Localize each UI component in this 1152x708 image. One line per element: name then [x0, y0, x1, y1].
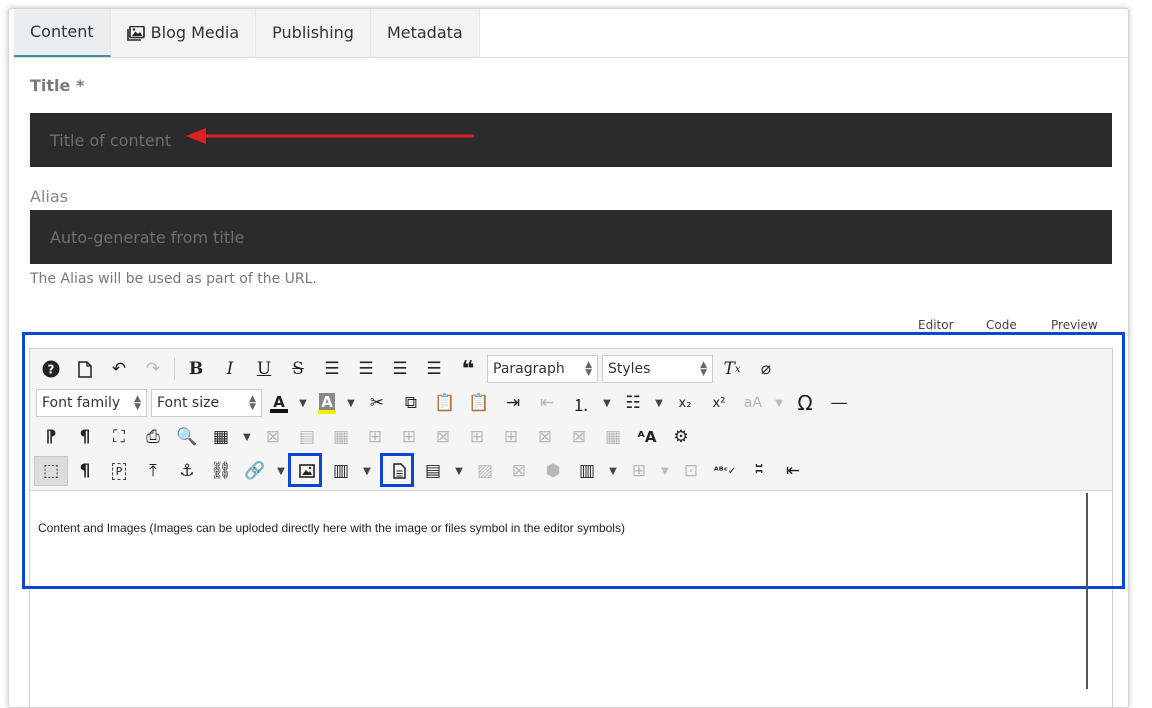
editor-scrollbar-line	[1086, 493, 1088, 689]
tab-metadata[interactable]: Metadata	[370, 9, 480, 57]
tab-content[interactable]: Content	[14, 9, 111, 57]
alias-label: Alias	[30, 187, 68, 206]
tab-divider	[13, 57, 1128, 58]
editor-mode-tab[interactable]: Editor	[918, 318, 954, 332]
content-panel: Content Blog Media Publishing Metadata T…	[8, 8, 1129, 708]
red-arrow-annotation	[186, 128, 474, 144]
code-mode-tab[interactable]: Code	[986, 318, 1017, 332]
tab-publishing[interactable]: Publishing	[256, 9, 371, 57]
alias-input[interactable]: Auto-generate from title	[30, 210, 1112, 264]
editor-highlight-box	[22, 332, 1125, 589]
title-label: Title *	[30, 76, 85, 95]
preview-mode-tab[interactable]: Preview	[1051, 318, 1098, 332]
image-gallery-icon	[126, 25, 145, 41]
tab-bar: Content Blog Media Publishing Metadata	[14, 9, 480, 57]
tab-blog-media[interactable]: Blog Media	[110, 9, 257, 57]
alias-help-text: The Alias will be used as part of the UR…	[30, 271, 317, 287]
